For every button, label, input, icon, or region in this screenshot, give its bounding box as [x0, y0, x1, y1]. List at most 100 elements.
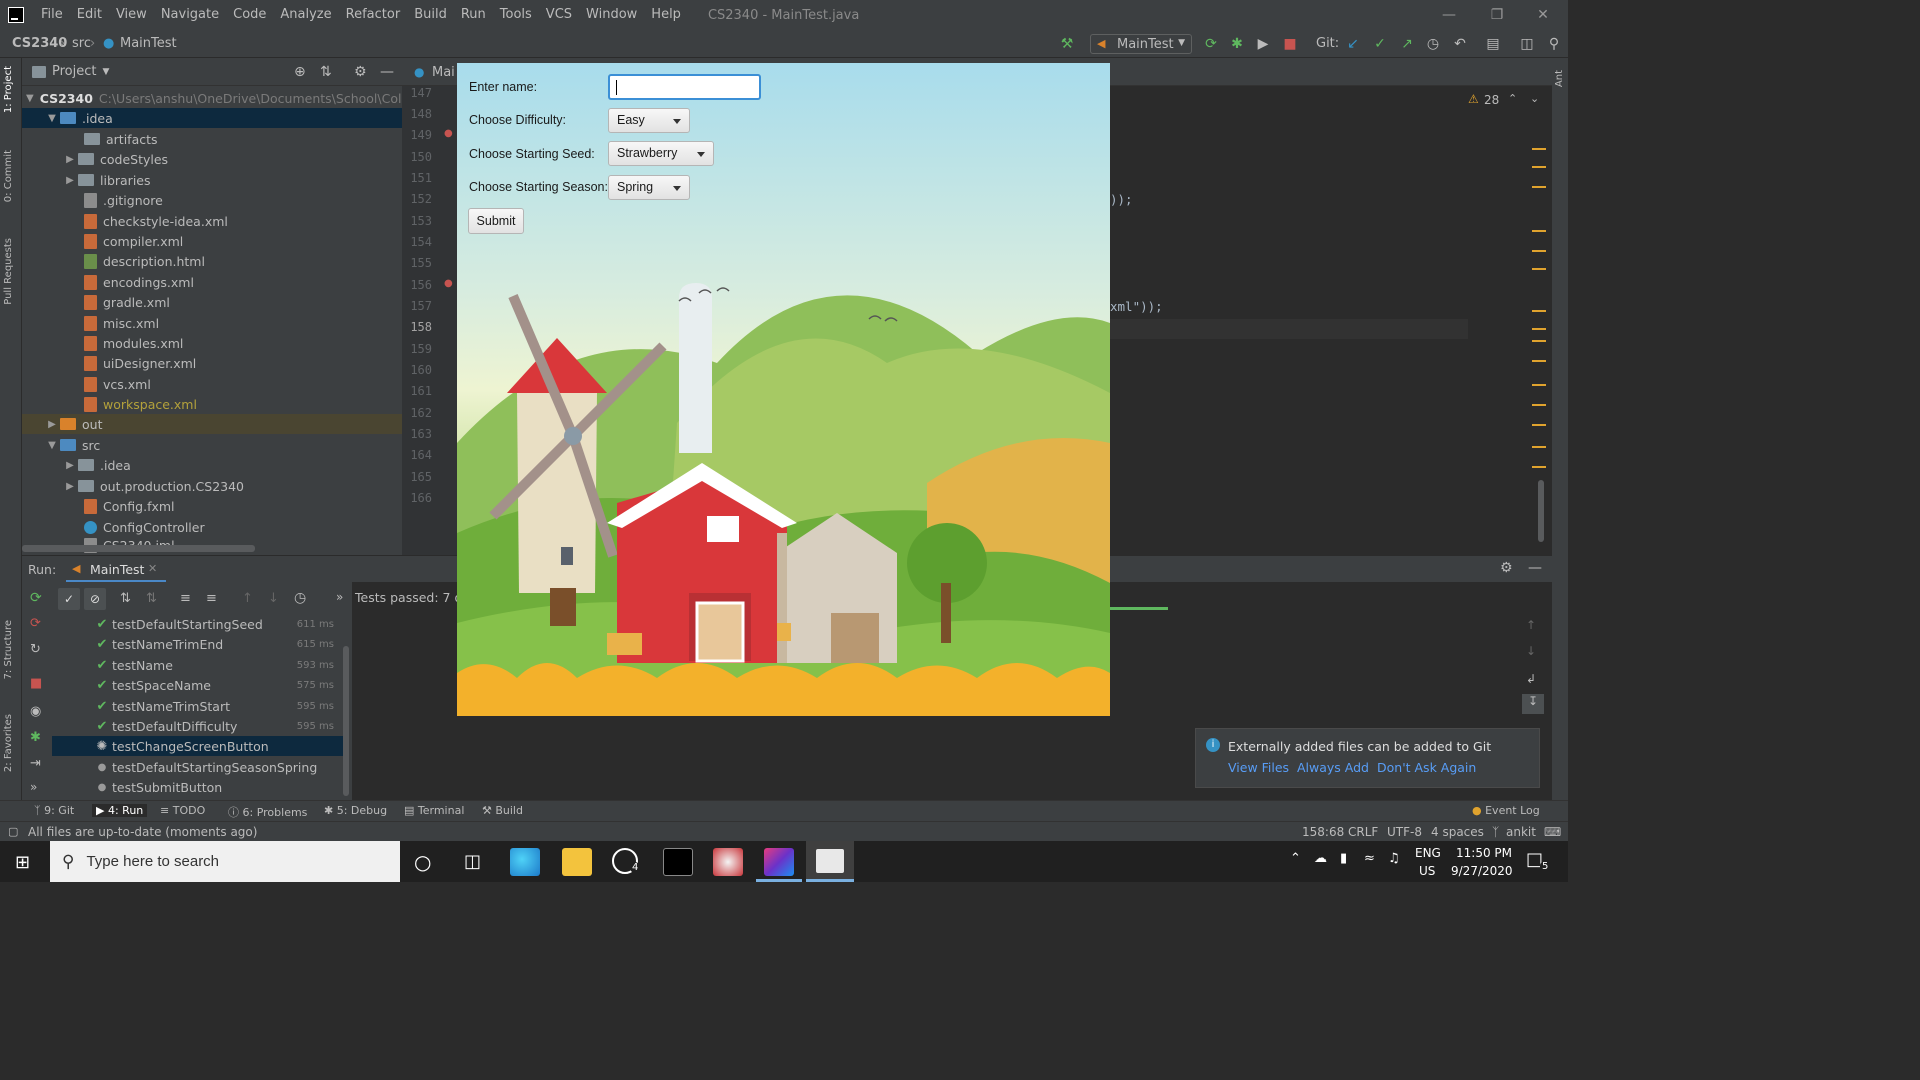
test-row[interactable]: ✔ testDefaultStartingSeed 611 ms	[52, 614, 346, 634]
tab-structure[interactable]: 7: Structure	[3, 620, 14, 679]
error-stripe-mark[interactable]	[1532, 310, 1546, 312]
toggle-autotest-icon[interactable]: ↻	[30, 642, 41, 657]
seed-combobox[interactable]: Strawberry	[608, 141, 714, 166]
show-passed-icon[interactable]: ✓	[58, 588, 80, 610]
error-stripe-mark[interactable]	[1532, 384, 1546, 386]
tree-item-artifacts[interactable]: artifacts	[22, 129, 402, 149]
layout-icon[interactable]: ◫	[1518, 35, 1536, 53]
more-chevron-icon[interactable]: »	[30, 780, 37, 794]
tree-item-workspace[interactable]: workspace.xml	[22, 394, 402, 414]
expand-all-icon[interactable]: ≡	[180, 591, 191, 606]
lock-icon[interactable]: ⌨	[1544, 825, 1561, 839]
error-stripe-mark[interactable]	[1532, 424, 1546, 426]
error-stripe-mark[interactable]	[1532, 268, 1546, 270]
volume-icon[interactable]: ♫	[1388, 851, 1400, 866]
tab-pull-requests[interactable]: Pull Requests	[3, 238, 14, 305]
tab-maintest[interactable]: Mai	[432, 65, 455, 80]
task-view-icon[interactable]: ◫	[464, 851, 481, 872]
edge-browser-icon[interactable]	[510, 848, 540, 876]
tree-item-out-production[interactable]: ▶ out.production.CS2340	[22, 476, 402, 496]
menu-navigate[interactable]: Navigate	[154, 0, 226, 30]
tree-item-modules[interactable]: modules.xml	[22, 333, 402, 353]
tab-project[interactable]: 1: Project	[3, 66, 14, 113]
rerun-icon[interactable]: ⟳	[1202, 35, 1220, 53]
close-icon[interactable]: ✕	[1520, 0, 1566, 30]
project-panel-title[interactable]: Project	[52, 64, 96, 79]
tab-ant[interactable]: Ant	[1554, 70, 1565, 87]
error-stripe-mark[interactable]	[1532, 148, 1546, 150]
dont-ask-again-link[interactable]: Don't Ask Again	[1377, 760, 1476, 775]
sort-duration-icon[interactable]: ⇅	[146, 591, 157, 606]
snipping-tool-icon[interactable]	[713, 848, 743, 876]
scroll-to-end-icon[interactable]: ↧	[1522, 694, 1544, 714]
warning-icon[interactable]: ⚠	[1468, 92, 1479, 106]
show-ignored-icon[interactable]: ⊘	[84, 588, 106, 610]
tab-git[interactable]: ᛉ 9: Git	[34, 804, 74, 817]
tab-terminal[interactable]: ▤ Terminal	[404, 804, 464, 817]
menu-vcs[interactable]: VCS	[539, 0, 579, 30]
arrow-up-icon[interactable]: ↑	[1526, 618, 1536, 632]
tab-event-log[interactable]: ● Event Log	[1472, 804, 1540, 817]
sort-alpha-icon[interactable]: ⇅	[120, 591, 131, 606]
terminal-app-icon[interactable]	[663, 848, 693, 876]
app-with-badge-icon[interactable]: 4	[612, 848, 641, 874]
input-region[interactable]: US	[1419, 864, 1435, 878]
git-branch[interactable]: ankit	[1506, 825, 1536, 839]
history-clock-icon[interactable]: ◷	[294, 590, 306, 606]
chevron-down-icon[interactable]: ▼	[26, 93, 34, 104]
debug-bug-icon[interactable]: ✱	[1228, 35, 1246, 53]
collapse-all-icon[interactable]: ≡	[206, 591, 217, 606]
tab-debug[interactable]: ✱ 5: Debug	[324, 804, 387, 817]
always-add-link[interactable]: Always Add	[1297, 760, 1369, 775]
menu-tools[interactable]: Tools	[493, 0, 539, 30]
chevron-right-icon[interactable]: ▶	[44, 419, 60, 430]
git-history-icon[interactable]: ◷	[1424, 35, 1442, 53]
vertical-scrollbar[interactable]	[1538, 480, 1544, 542]
breakpoint-test-icon[interactable]: ●	[444, 278, 453, 289]
soft-wrap-icon[interactable]: ↲	[1526, 672, 1536, 686]
cortana-icon[interactable]: ○	[414, 850, 431, 874]
arrow-down-icon[interactable]: ↓	[268, 591, 279, 606]
difficulty-combobox[interactable]: Easy	[608, 108, 690, 133]
chevron-down-icon[interactable]: ▼	[44, 113, 60, 124]
gear-icon[interactable]: ⚙	[1500, 560, 1513, 576]
chevron-right-icon[interactable]: ▶	[62, 481, 78, 492]
tree-item-gitignore[interactable]: .gitignore	[22, 190, 402, 210]
exit-icon[interactable]: ⇥	[30, 756, 41, 771]
clock-date[interactable]: 9/27/2020	[1451, 864, 1513, 878]
tree-item-config-fxml[interactable]: Config.fxml	[22, 496, 402, 516]
tab-todo[interactable]: ≡ TODO	[160, 804, 205, 817]
git-commit-icon[interactable]: ✓	[1371, 35, 1389, 53]
tree-item-vcs[interactable]: vcs.xml	[22, 374, 402, 394]
show-hidden-icons-icon[interactable]: ⌃	[1290, 851, 1301, 866]
name-input[interactable]	[608, 74, 761, 100]
error-stripe-mark[interactable]	[1532, 360, 1546, 362]
test-row[interactable]: ● testDefaultStartingSeasonSpring	[52, 757, 346, 777]
coverage-icon[interactable]: ▶	[1254, 35, 1272, 53]
camera-icon[interactable]: ◉	[30, 704, 41, 719]
test-row[interactable]: ✔ testName 593 ms	[52, 655, 346, 675]
stop-icon[interactable]: ■	[30, 676, 42, 691]
menu-edit[interactable]: Edit	[70, 0, 109, 30]
status-square-icon[interactable]: ▢	[8, 825, 18, 838]
menu-code[interactable]: Code	[226, 0, 273, 30]
test-row[interactable]: ✔ testNameTrimStart 595 ms	[52, 696, 346, 716]
error-stripe-mark[interactable]	[1532, 250, 1546, 252]
menu-help[interactable]: Help	[644, 0, 688, 30]
tree-item-src-idea[interactable]: ▶ .idea	[22, 455, 402, 475]
tree-item-libraries[interactable]: ▶ libraries	[22, 170, 402, 190]
tree-item-configcontroller[interactable]: ConfigController	[22, 517, 402, 537]
season-combobox[interactable]: Spring	[608, 175, 690, 200]
battery-icon[interactable]: ▮	[1340, 851, 1347, 866]
test-row[interactable]: ✔ testNameTrimEnd 615 ms	[52, 634, 346, 654]
gear-icon[interactable]: ⚙	[354, 64, 367, 80]
error-stripe-mark[interactable]	[1532, 186, 1546, 188]
menu-build[interactable]: Build	[407, 0, 454, 30]
error-stripe-mark[interactable]	[1532, 230, 1546, 232]
error-stripe-mark[interactable]	[1532, 446, 1546, 448]
test-row[interactable]: ✔ testDefaultDifficulty 595 ms	[52, 716, 346, 736]
error-stripe-mark[interactable]	[1532, 404, 1546, 406]
tree-scrollbar[interactable]	[343, 646, 349, 796]
project-structure-icon[interactable]: ▤	[1484, 35, 1502, 53]
tab-favorites[interactable]: 2: Favorites	[3, 714, 14, 772]
